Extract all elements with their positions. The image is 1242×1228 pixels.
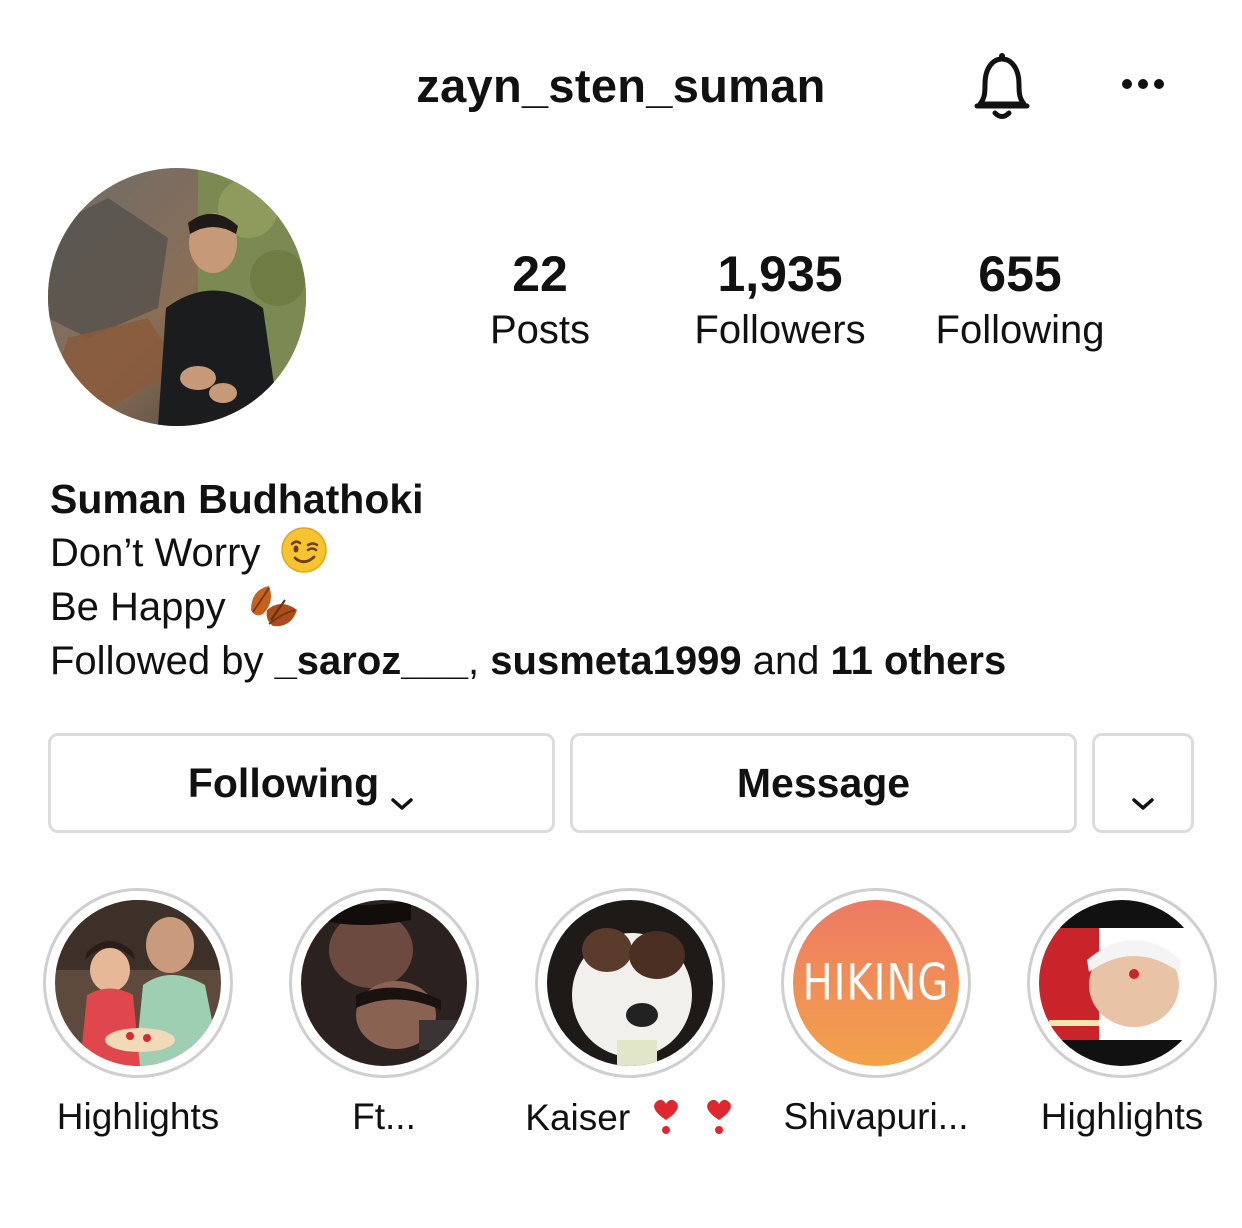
highlight-label: Highlights (1040, 1096, 1204, 1137)
highlight-cover (1039, 900, 1205, 1066)
followers-value: 1,935 (717, 246, 843, 302)
highlight-label: Shivapuri... (783, 1096, 969, 1137)
winking-face-icon (280, 526, 328, 574)
following-count[interactable]: 655 Following (910, 245, 1130, 357)
bio-text-2: Be Happy (50, 585, 226, 629)
hiking-cover-text: HIKING (802, 954, 950, 1012)
bio-line-1: Don’t Worry (50, 526, 1006, 580)
followed-by-prefix: Followed by (50, 639, 275, 683)
bio-text-1: Don’t Worry (50, 531, 261, 575)
following-label: Following (935, 308, 1105, 352)
mutual-follower-1[interactable]: _saroz___ (275, 639, 468, 683)
highlight-ring (43, 888, 233, 1078)
highlight-label: Highlights (56, 1096, 220, 1137)
highlight-cover (55, 900, 221, 1066)
followed-by-separator: , (468, 639, 491, 683)
profile-username: zayn_sten_suman (416, 59, 826, 112)
followers-label: Followers (694, 308, 866, 352)
posts-count[interactable]: 22 Posts (460, 245, 620, 357)
mutual-follower-2[interactable]: susmeta1999 (490, 639, 741, 683)
suggested-accounts-button[interactable] (1092, 733, 1194, 833)
message-button-label: Message (736, 759, 911, 806)
bio-line-2: Be Happy (50, 580, 1006, 634)
highlight-item[interactable]: Ft... (284, 888, 484, 1138)
highlight-ring (289, 888, 479, 1078)
highlight-label: Ft... (352, 1096, 416, 1137)
more-options-icon[interactable] (1122, 76, 1170, 96)
followers-count[interactable]: 1,935 Followers (670, 245, 890, 357)
chevron-down-icon (1130, 775, 1156, 810)
bell-icon[interactable] (968, 50, 1036, 122)
highlight-label-text: Kaiser (525, 1097, 631, 1138)
highlight-ring: HIKING (781, 888, 971, 1078)
highlight-ring (1027, 888, 1217, 1078)
highlight-cover (547, 900, 713, 1066)
highlight-item[interactable]: Kaiser (520, 888, 740, 1139)
following-button-label: Following (187, 759, 380, 806)
highlight-item[interactable]: Highlights (38, 888, 238, 1138)
highlight-cover (301, 900, 467, 1066)
following-value: 655 (978, 246, 1062, 302)
highlight-item[interactable]: Highlights (1022, 888, 1222, 1138)
heart-exclamation-icon (650, 1096, 682, 1136)
mutual-followers-others[interactable]: 11 others (831, 639, 1007, 683)
chevron-down-icon (389, 775, 415, 810)
followed-by-and: and (741, 639, 831, 683)
message-button[interactable]: Message (570, 733, 1077, 833)
heart-exclamation-icon (703, 1096, 735, 1136)
highlight-item[interactable]: HIKING Shivapuri... (776, 888, 976, 1138)
highlight-ring (535, 888, 725, 1078)
highlight-label: Kaiser (520, 1096, 740, 1139)
fallen-leaf-icon (245, 580, 301, 630)
profile-avatar[interactable] (48, 168, 306, 426)
profile-bio: Suman Budhathoki Don’t Worry Be Happy Fo… (50, 472, 1006, 688)
following-button[interactable]: Following (48, 733, 555, 833)
followed-by: Followed by _saroz___, susmeta1999 and 1… (50, 634, 1006, 688)
profile-page: zayn_sten_suman 22 Posts 1,935 Followers… (0, 0, 1242, 1228)
highlight-cover: HIKING (793, 900, 959, 1066)
posts-label: Posts (489, 308, 591, 352)
display-name: Suman Budhathoki (50, 476, 424, 522)
posts-value: 22 (512, 246, 568, 302)
